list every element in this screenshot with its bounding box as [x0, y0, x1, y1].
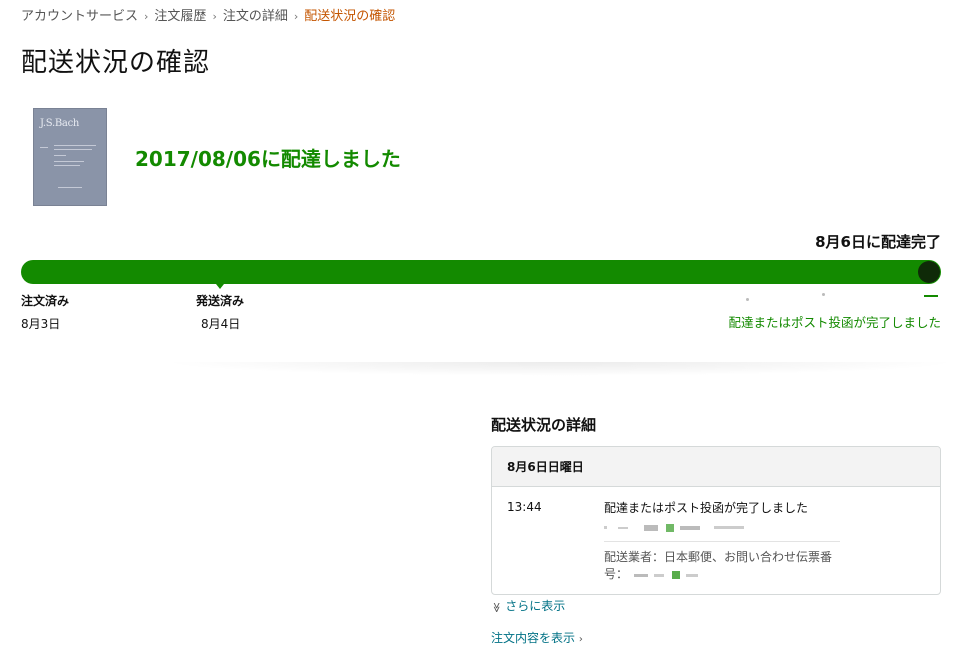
milestone-date: 8月3日: [21, 317, 61, 331]
breadcrumb-order-history[interactable]: 注文履歴: [154, 9, 206, 24]
breadcrumb-account-service[interactable]: アカウントサービス: [21, 9, 138, 24]
redacted-tracking-number: [633, 570, 698, 579]
progress-pointer-icon: [216, 284, 224, 289]
double-chevron-down-icon: ≫: [490, 602, 502, 613]
breadcrumb: アカウントサービス › 注文履歴 › 注文の詳細 › 配送状況の確認: [21, 5, 395, 24]
redacted-mark: [822, 293, 825, 296]
cover-author: J.S.Bach: [40, 118, 80, 129]
tracking-day-header: 8月6日日曜日: [492, 447, 940, 487]
section-divider: [160, 362, 960, 376]
event-time: 13:44: [507, 500, 542, 514]
milestone-shipped: 発送済み 8月4日: [196, 292, 244, 332]
view-order-link[interactable]: 注文内容を表示 ›: [491, 629, 583, 646]
redacted-mark: [924, 295, 938, 301]
page-title: 配送状況の確認: [21, 48, 211, 78]
tracking-details-box: 8月6日日曜日 13:44 配達またはポスト投函が完了しました 配送業者：日本郵…: [491, 446, 941, 595]
milestone-delivered-text: 配達またはポスト投函が完了しました: [728, 315, 941, 330]
progress-bar: [21, 260, 941, 284]
redacted-mark: [746, 298, 749, 301]
show-more-link[interactable]: ≫ さらに表示: [490, 597, 566, 614]
delivery-status-label: 8月6日に配達完了: [815, 233, 941, 251]
breadcrumb-separator: ›: [144, 10, 149, 23]
milestone-date: 8月4日: [201, 317, 241, 331]
view-order-label: 注文内容を表示: [491, 631, 576, 645]
tracking-details-heading: 配送状況の詳細: [491, 416, 597, 434]
breadcrumb-separator: ›: [212, 10, 217, 23]
event-divider: [604, 541, 840, 542]
breadcrumb-current: 配送状況の確認: [304, 9, 396, 24]
milestone-label: 注文済み: [21, 294, 70, 308]
chevron-right-icon: ›: [578, 634, 583, 645]
carrier-info: 配送業者：日本郵便、お問い合わせ伝票番号：: [604, 549, 844, 583]
show-more-label: さらに表示: [505, 599, 566, 613]
breadcrumb-separator: ›: [293, 10, 299, 23]
delivery-headline: 2017/08/06に配達しました: [135, 147, 401, 171]
milestone-ordered: 注文済み 8月3日: [21, 292, 69, 332]
redacted-location: [604, 519, 754, 532]
product-cover-image[interactable]: J.S.Bach: [33, 108, 107, 206]
milestone-label: 発送済み: [196, 294, 245, 308]
breadcrumb-order-details[interactable]: 注文の詳細: [223, 9, 288, 24]
progress-end-marker: [918, 261, 940, 283]
event-description: 配達またはポスト投函が完了しました: [604, 501, 809, 515]
